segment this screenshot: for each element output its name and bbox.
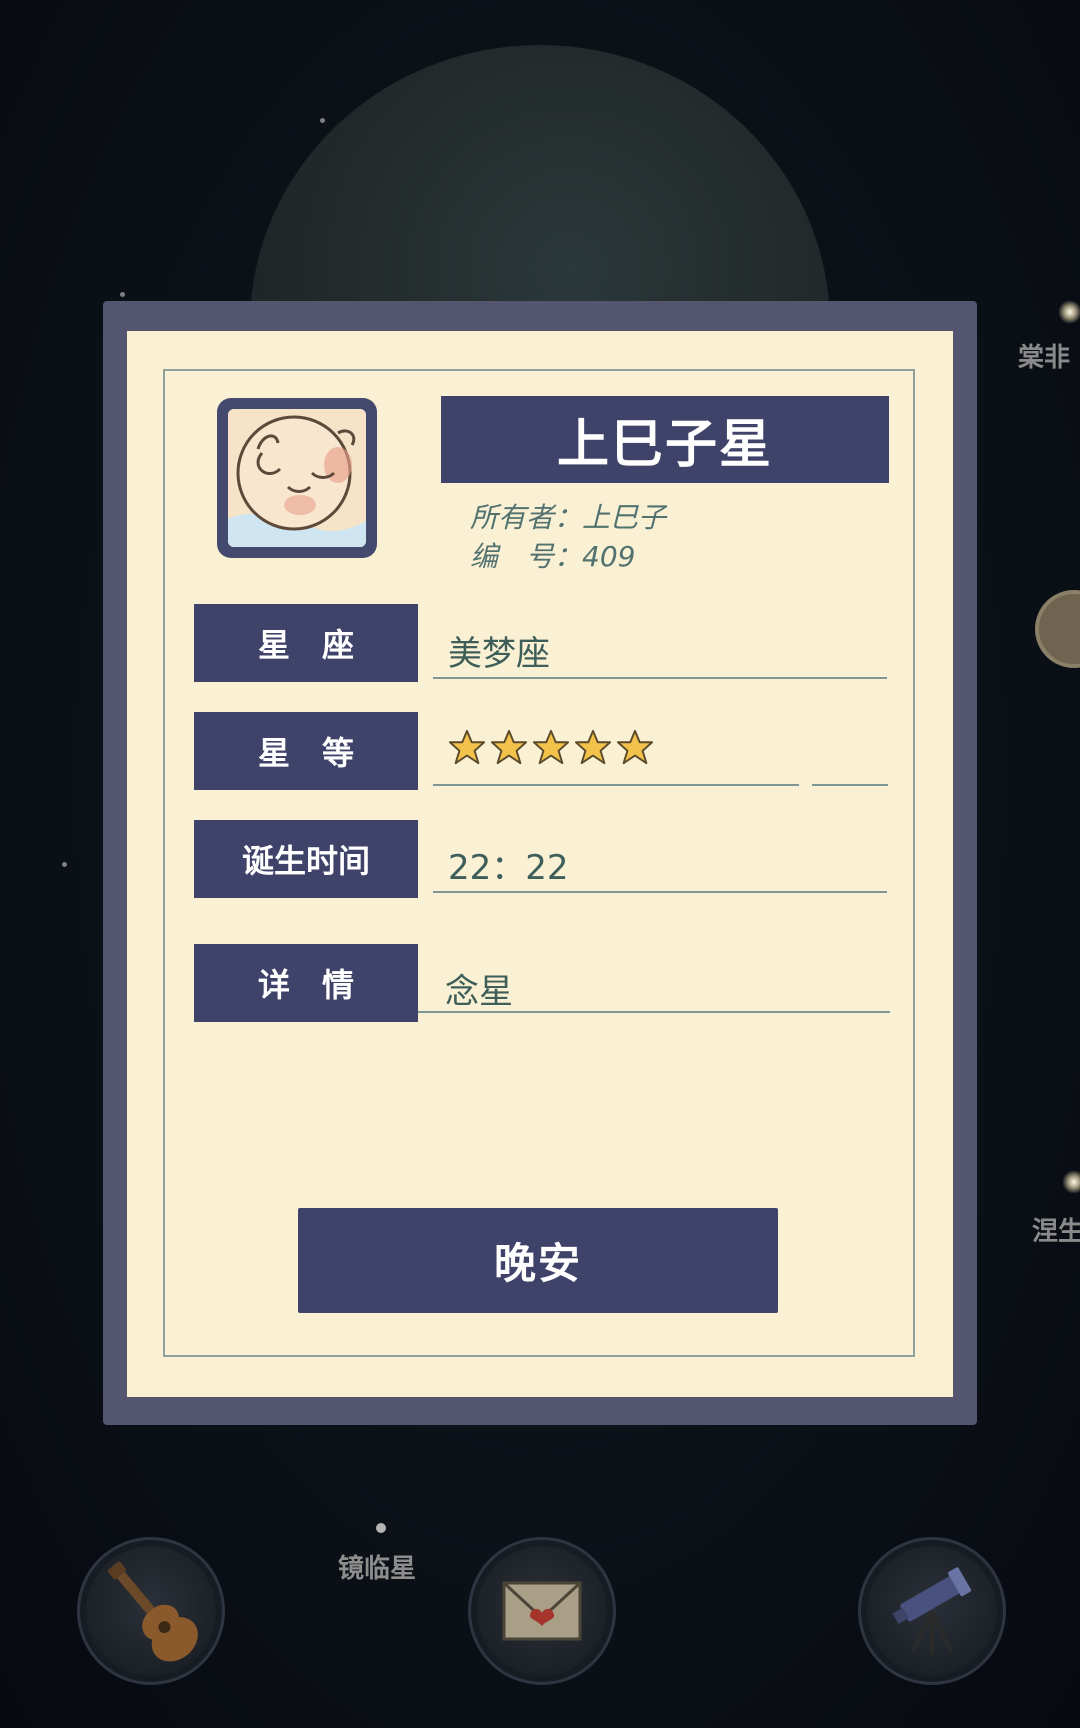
birth-time-value: 22：22 <box>448 848 569 888</box>
birth-time-label: 诞生时间 <box>194 820 418 898</box>
magnitude-underline-short <box>812 784 888 786</box>
details-underline <box>418 1011 890 1013</box>
constellation-underline <box>433 677 887 679</box>
sky-star <box>120 292 125 297</box>
details-label: 详 情 <box>194 944 418 1022</box>
side-star-label[interactable]: 棠非 <box>1018 337 1070 374</box>
mail-button[interactable] <box>468 1537 616 1685</box>
goodnight-button[interactable]: 晚安 <box>298 1208 778 1313</box>
avatar <box>217 398 377 558</box>
star-title: 上巳子星 <box>441 396 889 483</box>
star-icon <box>490 729 528 765</box>
sky-star <box>62 862 67 867</box>
sky-glow-star <box>1058 300 1080 324</box>
owner-line: 所有者：上巳子 <box>470 501 667 534</box>
telescope-icon <box>892 1567 972 1654</box>
details-value: 念星 <box>445 972 513 1012</box>
magnitude-underline <box>433 784 799 786</box>
constellation-value: 美梦座 <box>448 634 550 674</box>
envelope-icon <box>502 1581 582 1641</box>
star-icon <box>532 729 570 765</box>
bottom-star-dot <box>376 1523 386 1533</box>
sleeping-baby-icon <box>228 409 366 547</box>
sky-glow-star <box>1062 1170 1080 1194</box>
magnitude-rating <box>448 728 654 766</box>
star-icon <box>448 729 486 765</box>
star-icon <box>616 729 654 765</box>
magnitude-label: 星 等 <box>194 712 418 790</box>
bottom-star-label[interactable]: 镜临星 <box>338 1548 416 1585</box>
sky-star <box>320 118 325 123</box>
constellation-label: 星 座 <box>194 604 418 682</box>
guitar-button[interactable] <box>77 1537 225 1685</box>
side-star-label[interactable]: 涅生 <box>1032 1211 1080 1248</box>
number-line: 编 号：409 <box>470 540 636 573</box>
telescope-button[interactable] <box>858 1537 1006 1685</box>
guitar-icon <box>107 1561 198 1662</box>
birth-time-underline <box>433 891 887 893</box>
star-icon <box>574 729 612 765</box>
